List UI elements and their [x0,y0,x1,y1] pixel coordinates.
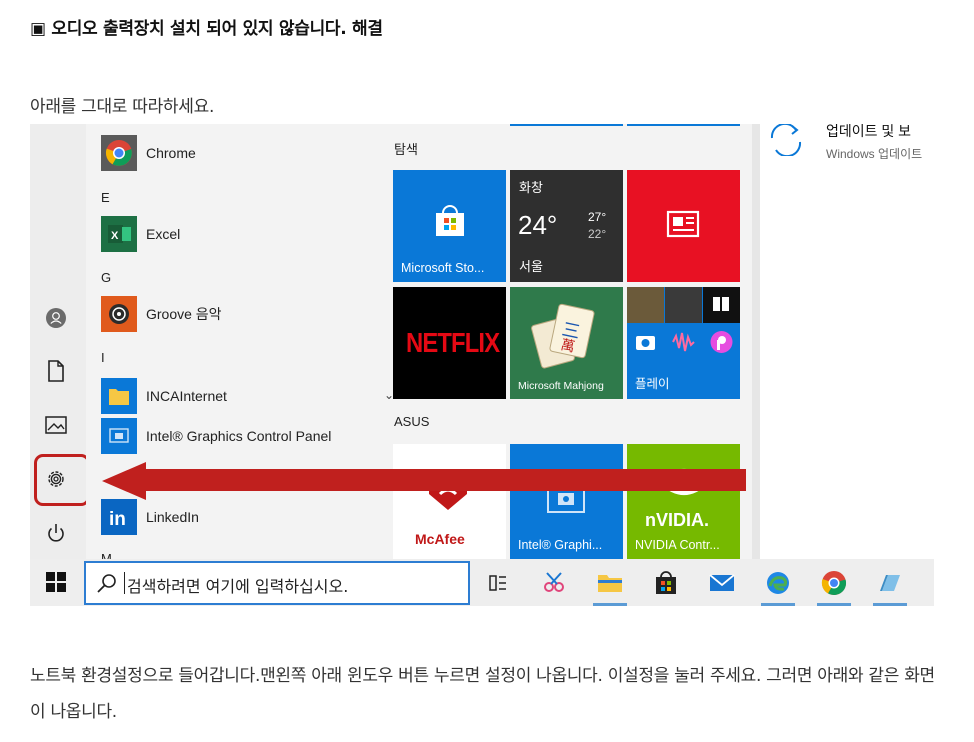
windows-start-icon[interactable] [46,572,66,597]
app-label: Intel® Graphics Control Panel [146,428,332,444]
audio-wave-icon [665,324,702,360]
edge-browser-icon[interactable] [764,569,792,597]
microsoft-store-icon[interactable] [652,569,680,597]
text-cursor [124,572,125,594]
taskbar-search-box[interactable]: 검색하려면 여기에 입력하십시오. [84,561,470,605]
linkedin-icon: in [101,499,137,535]
section-label-asus: ASUS [394,414,430,429]
app-label: Chrome [146,145,196,161]
weather-high: 27° [588,210,607,224]
game-thumbnail [627,287,664,323]
mahjong-tiles-icon: 三萬 [530,299,600,376]
notepad-app-icon[interactable] [876,569,904,597]
tile-mahjong[interactable]: 三萬 Microsoft Mahjong [510,287,623,399]
tile-label: Microsoft Sto... [401,261,485,275]
store-bag-icon [432,204,468,243]
file-explorer-icon[interactable] [596,569,624,597]
tile-label: 플레이 [635,377,670,391]
article-intro: 아래를 그대로 따라하세요. [30,97,215,117]
excel-icon: X [101,216,137,252]
app-label: Groove 음악 [146,306,222,322]
tile-edge [510,124,623,126]
weather-temp: 24° [518,210,558,240]
windows-update-icon [768,124,804,161]
app-item-chrome[interactable]: Chrome [101,135,196,171]
pane-divider [752,124,760,559]
section-letter[interactable]: E [101,190,110,205]
groove-music-icon [101,296,137,332]
task-view-icon[interactable] [484,569,512,597]
picsart-icon [703,324,740,360]
settings-gear-icon[interactable] [44,467,68,491]
app-item-incainternet[interactable]: INCAInternet [101,378,227,414]
taskbar: 검색하려면 여기에 입력하십시오. [30,559,934,606]
tile-microsoft-store[interactable]: Microsoft Sto... [393,170,506,282]
app-item-linkedin[interactable]: in LinkedIn [101,499,199,535]
tile-label: NVIDIA Contr... [635,538,720,552]
svg-text:X: X [111,230,119,242]
camera-icon [627,324,664,360]
chrome-icon [101,135,137,171]
search-icon [96,573,118,600]
section-label-explore: 탐색 [394,142,418,157]
tile-weather[interactable]: 화창 24° 27° 22° 서울 [510,170,623,282]
settings-right-panel: 업데이트 및 보 Windows 업데이트 [760,124,934,559]
tile-label: Intel® Graphi... [518,538,603,552]
weather-condition: 화창 [519,180,543,195]
running-app-indicator [817,603,851,606]
mail-icon[interactable] [708,569,736,597]
update-subtitle: Windows 업데이트 [826,147,923,161]
app-item-excel[interactable]: X Excel [101,216,180,252]
user-avatar-icon[interactable] [44,306,68,330]
tile-label: Microsoft Mahjong [518,380,604,392]
article-instructions: 노트북 환경설정으로 들어갑니다.맨왼쪽 아래 윈도우 버튼 누르면 설정이 나… [30,666,935,722]
nvidia-logo: nVIDIA. [645,510,710,530]
section-letter[interactable]: G [101,270,111,285]
weather-city: 서울 [519,259,543,274]
power-icon[interactable] [44,521,68,545]
tile-edge [627,124,740,126]
running-app-indicator [873,603,907,606]
intel-graphics-icon [101,418,137,454]
app-label: LinkedIn [146,509,199,525]
netflix-logo: NETFLIX [406,327,500,358]
snipping-tool-icon[interactable] [540,569,568,597]
tile-netflix[interactable]: NETFLIX [393,287,506,399]
app-item-intel-graphics[interactable]: Intel® Graphics Control Panel [101,418,331,454]
search-placeholder: 검색하려면 여기에 입력하십시오. [127,577,349,596]
mcafee-logo: McAfee [415,531,465,547]
documents-icon[interactable] [44,359,68,383]
weather-low: 22° [588,227,607,241]
chrome-taskbar-icon[interactable] [820,569,848,597]
running-app-indicator [761,603,795,606]
active-app-indicator [593,603,627,606]
pictures-icon[interactable] [44,413,68,437]
start-rail [30,124,90,559]
folder-icon [101,378,137,414]
red-arrow-annotation [102,462,746,500]
tile-play-folder[interactable]: 플레이 [627,287,740,399]
article-heading: ▣ 오디오 출력장치 설치 되어 있지 않습니다. 해결 [30,19,383,39]
app-label: Excel [146,226,181,242]
svg-text:in: in [109,509,126,530]
news-icon [665,208,701,245]
dolby-icon [703,287,740,323]
game-thumbnail [665,287,702,323]
start-menu-screenshot: Chrome E X Excel G Groove 음악 I INCAInter… [30,124,934,606]
app-label: INCAInternet [146,388,227,404]
section-letter[interactable]: I [101,350,105,365]
tile-news[interactable] [627,170,740,282]
update-title[interactable]: 업데이트 및 보 [826,124,911,141]
app-item-groove[interactable]: Groove 음악 [101,296,222,332]
